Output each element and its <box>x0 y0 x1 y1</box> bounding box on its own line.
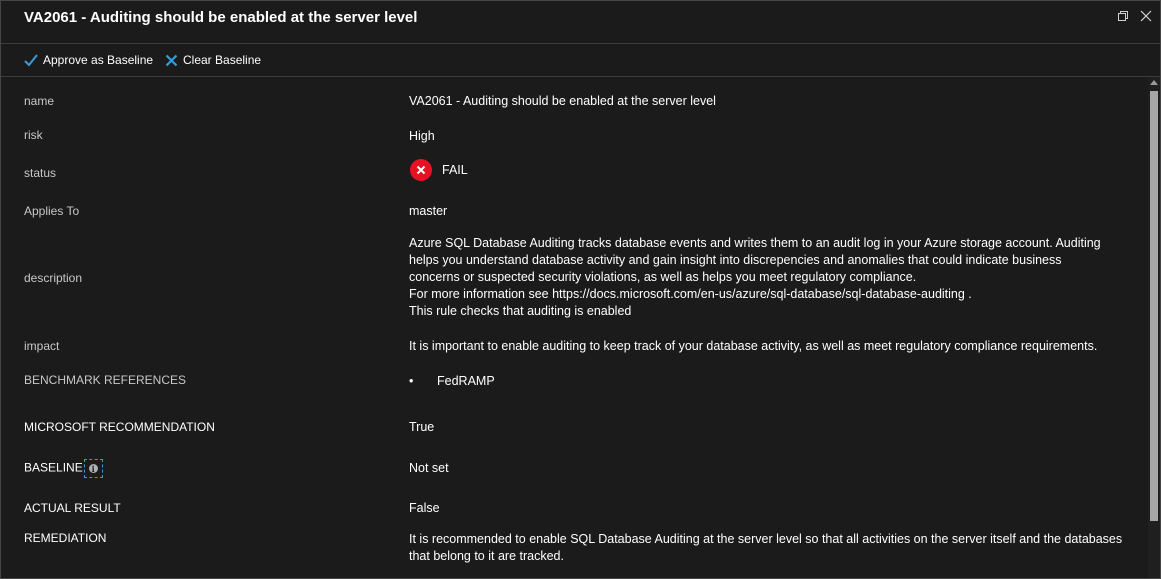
checkmark-icon <box>24 53 38 66</box>
baseline-info-button[interactable]: i <box>83 459 103 478</box>
description-line: concerns or suspected security violation… <box>409 270 917 284</box>
fail-icon <box>410 159 432 181</box>
restore-window-icon <box>1117 10 1128 21</box>
impact-value: It is important to enable auditing to ke… <box>409 339 1098 353</box>
risk-label: risk <box>24 128 43 142</box>
remediation-line: that belong to it are tracked. <box>409 549 564 563</box>
actual-result-value: False <box>409 501 440 515</box>
status-value: FAIL <box>409 159 468 181</box>
benchmark-references-label: BENCHMARK REFERENCES <box>24 373 187 387</box>
actual-result-label: ACTUAL RESULT <box>24 501 121 515</box>
scrollbar-thumb[interactable] <box>1150 91 1158 521</box>
description-label: description <box>24 271 83 285</box>
description-line: For more information see https://docs.mi… <box>409 287 972 301</box>
remediation-label: REMEDIATION <box>24 531 107 545</box>
clear-label: Clear Baseline <box>183 53 262 67</box>
command-toolbar: Approve as Baseline Clear Baseline <box>1 44 1160 77</box>
description-value: Azure SQL Database Auditing tracks datab… <box>409 235 1129 320</box>
description-line: This rule checks that auditing is enable… <box>409 304 632 318</box>
info-icon: i <box>88 464 98 474</box>
clear-x-icon <box>165 54 178 66</box>
vertical-scrollbar[interactable] <box>1148 77 1160 578</box>
microsoft-recommendation-value: True <box>409 420 435 434</box>
approve-as-baseline-button[interactable]: Approve as Baseline <box>24 50 153 70</box>
bullet-marker: • <box>409 374 414 388</box>
title-bar: VA2061 - Auditing should be enabled at t… <box>1 1 1160 44</box>
applies-to-label: Applies To <box>24 204 80 218</box>
status-label: status <box>24 166 57 180</box>
baseline-label: BASELINE i <box>24 459 103 478</box>
description-line: Azure SQL Database Auditing tracks datab… <box>409 236 1101 250</box>
description-line: helps you understand database activity a… <box>409 253 1062 267</box>
name-value: VA2061 - Auditing should be enabled at t… <box>409 94 716 108</box>
scroll-up-arrow-icon[interactable] <box>1150 80 1158 85</box>
close-icon <box>1140 10 1152 22</box>
baseline-label-text: BASELINE <box>24 460 83 475</box>
risk-value: High <box>409 129 435 143</box>
benchmark-item: FedRAMP <box>437 374 495 388</box>
rule-details-panel: VA2061 - Auditing should be enabled at t… <box>0 0 1161 579</box>
restore-window-button[interactable] <box>1114 7 1132 25</box>
name-label: name <box>24 94 55 108</box>
details-grid: name VA2061 - Auditing should be enabled… <box>1 77 1148 578</box>
panel-title: VA2061 - Auditing should be enabled at t… <box>24 9 418 26</box>
baseline-value: Not set <box>409 461 449 475</box>
microsoft-recommendation-label: MICROSOFT RECOMMENDATION <box>24 420 215 434</box>
approve-label: Approve as Baseline <box>43 53 154 67</box>
applies-to-value: master <box>409 204 448 218</box>
close-button[interactable] <box>1137 7 1155 25</box>
remediation-line: It is recommended to enable SQL Database… <box>409 532 1123 546</box>
impact-label: impact <box>24 339 60 353</box>
status-text: FAIL <box>442 163 468 177</box>
remediation-value: It is recommended to enable SQL Database… <box>409 531 1129 565</box>
clear-baseline-button[interactable]: Clear Baseline <box>165 50 261 70</box>
